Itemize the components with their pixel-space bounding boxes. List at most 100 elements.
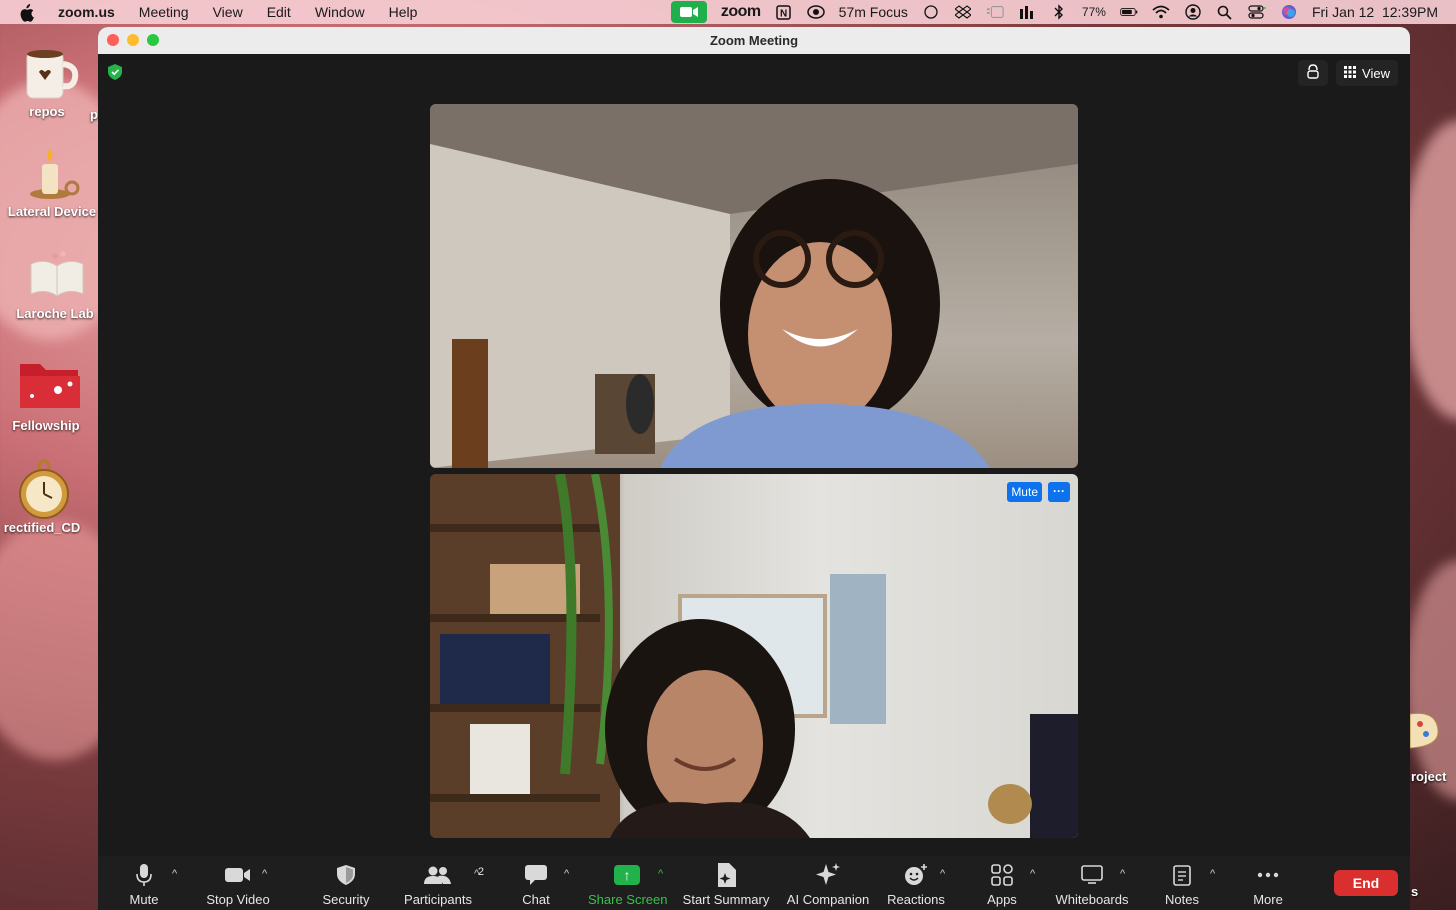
menu-bar: zoom.us Meeting View Edit Window Help zo… xyxy=(0,0,1456,24)
desktop-partial-label[interactable]: roject xyxy=(1411,769,1446,784)
wifi-icon[interactable] xyxy=(1152,4,1170,20)
menu-view[interactable]: View xyxy=(201,0,255,24)
participants-label: Participants xyxy=(404,892,472,907)
share-options-chevron-icon[interactable]: ^ xyxy=(658,868,663,880)
participants-options-chevron-icon[interactable]: ^ xyxy=(474,868,479,880)
desktop-icon-lateral-device[interactable]: Lateral Device xyxy=(2,142,102,219)
participants-icon: 2 xyxy=(402,862,484,888)
self-video-tile[interactable]: Mute ··· xyxy=(430,474,1078,838)
maximize-window-button[interactable] xyxy=(147,34,159,46)
tile-mute-button[interactable]: Mute xyxy=(1007,482,1042,502)
meeting-stage: View Mute ··· xyxy=(98,54,1410,856)
pocket-watch-icon xyxy=(14,458,70,519)
menu-window[interactable]: Window xyxy=(303,0,377,24)
zoom-video-status-icon[interactable] xyxy=(670,1,707,23)
view-button[interactable]: View xyxy=(1336,60,1398,86)
user-account-icon[interactable] xyxy=(1184,4,1202,20)
start-summary-label: Start Summary xyxy=(682,892,770,907)
chat-button[interactable]: Chat xyxy=(514,862,558,907)
desktop-partial-label[interactable]: s xyxy=(1411,884,1418,899)
menubar-datetime[interactable]: Fri Jan 12 12:39PM xyxy=(1312,4,1438,20)
notion-icon[interactable]: N xyxy=(775,4,793,20)
whiteboards-label: Whiteboards xyxy=(1055,892,1129,907)
share-screen-button[interactable]: ↑ Share Screen xyxy=(588,862,668,907)
notes-options-chevron-icon[interactable]: ^ xyxy=(1210,868,1215,880)
participants-button[interactable]: 2 Participants xyxy=(402,862,484,907)
apps-options-chevron-icon[interactable]: ^ xyxy=(1030,868,1035,880)
ai-companion-button[interactable]: AI Companion xyxy=(786,862,870,907)
reactions-options-chevron-icon[interactable]: ^ xyxy=(940,868,945,880)
apps-button[interactable]: Apps xyxy=(982,862,1022,907)
whiteboards-options-chevron-icon[interactable]: ^ xyxy=(1120,868,1125,880)
meeting-toolbar: Mute ^ Stop Video ^ Security 2 Participa… xyxy=(98,856,1410,910)
window-titlebar[interactable]: Zoom Meeting xyxy=(98,27,1410,54)
reactions-button[interactable]: Reactions xyxy=(886,862,946,907)
smiley-plus-icon xyxy=(886,862,946,888)
desktop-icon-repos[interactable]: repos xyxy=(0,42,97,119)
control-center-icon[interactable] xyxy=(1248,4,1266,20)
notes-button[interactable]: Notes xyxy=(1160,862,1204,907)
dropbox-icon[interactable] xyxy=(954,4,972,20)
apps-grid-icon xyxy=(982,862,1022,888)
menu-meeting[interactable]: Meeting xyxy=(127,0,201,24)
zoom-meeting-window: Zoom Meeting View Mute ··· Mute ^ Stop V… xyxy=(98,27,1410,910)
siri-icon[interactable] xyxy=(1280,4,1298,20)
stop-video-label: Stop Video xyxy=(206,892,270,907)
summary-document-icon xyxy=(682,862,770,888)
whiteboards-button[interactable]: Whiteboards xyxy=(1054,862,1130,907)
desktop-icon-label: Lateral Device xyxy=(7,204,97,219)
apple-icon[interactable] xyxy=(18,4,38,22)
menu-edit[interactable]: Edit xyxy=(255,0,303,24)
more-button[interactable]: More xyxy=(1248,862,1288,907)
desktop-icon-label: repos xyxy=(29,104,65,119)
share-screen-label: Share Screen xyxy=(588,892,668,907)
desktop-icon-laroche-lab[interactable]: Laroche Lab xyxy=(5,244,105,321)
sparkle-icon xyxy=(786,862,870,888)
more-dots-icon xyxy=(1248,862,1288,888)
end-meeting-button[interactable]: End xyxy=(1334,870,1398,896)
mute-button[interactable]: Mute xyxy=(124,862,164,907)
battery-icon[interactable] xyxy=(1120,4,1138,20)
open-book-icon xyxy=(27,244,84,300)
minimize-window-button[interactable] xyxy=(127,34,139,46)
app-menu-zoom[interactable]: zoom.us xyxy=(54,0,127,24)
participant-video-tile[interactable] xyxy=(430,104,1078,468)
desktop-icon-fellowship[interactable]: Fellowship xyxy=(0,356,96,433)
desktop-partial-label[interactable]: p xyxy=(90,107,98,122)
start-summary-button[interactable]: Start Summary xyxy=(682,862,770,907)
share-screen-arrow-icon: ↑ xyxy=(614,865,640,885)
spotlight-search-icon[interactable] xyxy=(1216,4,1234,20)
desktop-wallpaper-flower xyxy=(1405,560,1456,800)
desktop-partial-icon[interactable] xyxy=(1409,708,1442,752)
screen-record-icon[interactable] xyxy=(806,4,825,20)
immersive-view-button[interactable] xyxy=(1298,60,1329,86)
mute-label: Mute xyxy=(129,892,159,907)
notes-label: Notes xyxy=(1165,892,1199,907)
coffee-mug-icon xyxy=(19,42,79,99)
chat-label: Chat xyxy=(522,892,550,907)
desktop-icon-label: rectified_CD xyxy=(3,520,81,535)
battery-percent: 77% xyxy=(1081,5,1106,19)
close-window-button[interactable] xyxy=(107,34,119,46)
desktop-icon-rectified-cd[interactable]: rectified_CD xyxy=(0,458,92,535)
tile-more-options-button[interactable]: ··· xyxy=(1048,482,1070,502)
security-label: Security xyxy=(322,892,370,907)
encryption-shield-icon[interactable] xyxy=(108,64,122,80)
zoom-brand-menu[interactable]: zoom xyxy=(721,3,761,21)
immersive-icon xyxy=(1306,63,1320,83)
chat-options-chevron-icon[interactable]: ^ xyxy=(564,868,569,880)
security-button[interactable]: Security xyxy=(318,862,374,907)
menu-help[interactable]: Help xyxy=(377,0,430,24)
stage-manager-icon[interactable] xyxy=(986,4,1004,20)
view-label: View xyxy=(1362,65,1390,81)
bluetooth-icon[interactable] xyxy=(1050,4,1068,20)
audio-options-chevron-icon[interactable]: ^ xyxy=(172,868,177,880)
focus-status[interactable]: 57m Focus xyxy=(839,4,908,20)
participant-video-feed xyxy=(430,104,1078,468)
reactions-label: Reactions xyxy=(887,892,945,907)
chat-bubble-icon xyxy=(514,862,558,888)
video-options-chevron-icon[interactable]: ^ xyxy=(262,868,267,880)
window-title: Zoom Meeting xyxy=(709,33,799,48)
stats-icon[interactable] xyxy=(1018,4,1036,20)
whiteboard-icon xyxy=(1054,862,1130,888)
